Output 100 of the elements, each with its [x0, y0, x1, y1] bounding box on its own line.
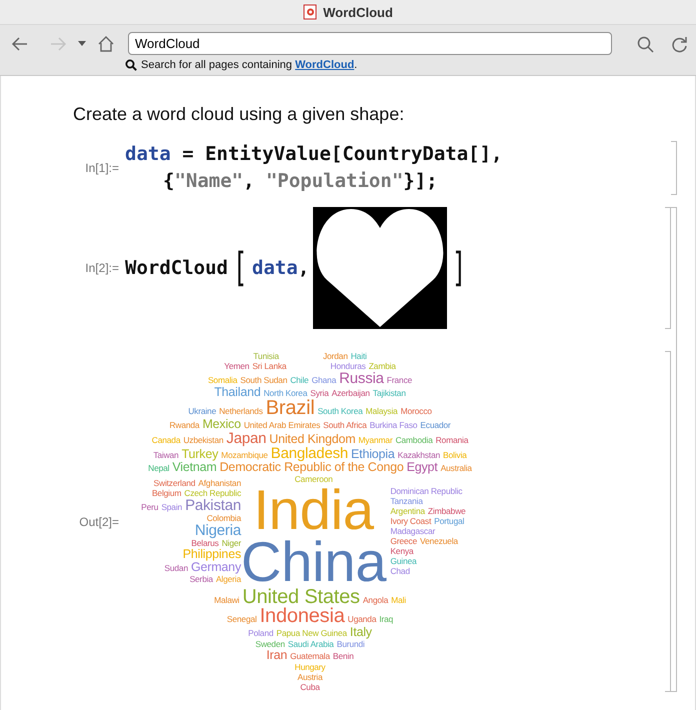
- word: Guatemala: [290, 651, 330, 661]
- word: Kenya: [390, 546, 414, 556]
- word: Syria: [310, 388, 329, 398]
- word: Uganda: [348, 614, 376, 624]
- word: Malawi: [214, 595, 240, 605]
- word: Philippines: [182, 548, 241, 561]
- word: China: [241, 536, 386, 588]
- word: Cameroon: [294, 474, 333, 484]
- word: Papua New Guinea: [276, 628, 347, 638]
- word: Austria: [297, 672, 323, 682]
- word: Tunisia: [253, 351, 279, 361]
- word: Portugal: [434, 516, 464, 526]
- word: Iran: [266, 649, 288, 662]
- word: Kazakhstan: [398, 450, 440, 460]
- word: South Korea: [318, 406, 363, 416]
- word: Angola: [362, 595, 388, 605]
- word: Romania: [436, 435, 468, 445]
- word: Tanzania: [390, 496, 423, 506]
- word: Ukraine: [188, 406, 216, 416]
- cell-bracket[interactable]: [665, 351, 671, 692]
- word: Mali: [391, 595, 406, 605]
- word: Germany: [190, 561, 241, 574]
- word: Burundi: [336, 639, 365, 649]
- word: Canada: [152, 435, 180, 445]
- word: Democratic Republic of the Congo: [220, 461, 404, 474]
- word: Chile: [290, 375, 309, 385]
- word: United Kingdom: [269, 433, 356, 446]
- cell-bracket[interactable]: [671, 141, 677, 195]
- word: United Arab Emirates: [244, 420, 320, 430]
- word: Cuba: [300, 682, 320, 692]
- word: Rwanda: [169, 420, 200, 430]
- address-field[interactable]: WordCloud: [128, 32, 612, 55]
- word: North Korea: [264, 388, 308, 398]
- word: Honduras: [330, 361, 366, 371]
- word: Pakistan: [185, 498, 241, 513]
- word: Somalia: [208, 375, 238, 385]
- word: Indonesia: [260, 607, 345, 626]
- word: Bolivia: [443, 450, 467, 460]
- word: Bangladesh: [270, 446, 348, 461]
- history-button[interactable]: [76, 39, 88, 48]
- word: Spain: [161, 502, 182, 512]
- word: Argentina: [390, 506, 425, 516]
- word: Colombia: [206, 513, 241, 523]
- code-bracket: [: [232, 244, 248, 293]
- word: Czech Republic: [184, 488, 241, 498]
- notebook-icon: [303, 4, 318, 20]
- word: Saudi Arabia: [288, 639, 334, 649]
- word: Belarus: [191, 538, 219, 548]
- search-link[interactable]: WordCloud: [295, 59, 354, 71]
- word: Switzerland: [154, 478, 196, 488]
- code-text: data = EntityValue[CountryData[],: [125, 142, 502, 167]
- word: Chad: [390, 566, 410, 576]
- word: Turkey: [182, 448, 218, 461]
- word: Cambodia: [395, 435, 433, 445]
- word: India: [253, 484, 374, 536]
- cell-bracket[interactable]: [671, 207, 677, 692]
- word: Morocco: [400, 406, 432, 416]
- word: Iraq: [379, 614, 394, 624]
- word: France: [386, 375, 412, 385]
- forward-icon: [48, 34, 68, 52]
- word: Ecuador: [420, 420, 451, 430]
- word: Thailand: [214, 386, 261, 399]
- cell-label: In[2]:=: [84, 261, 120, 275]
- word: Malaysia: [366, 406, 398, 416]
- word: Serbia: [190, 574, 213, 584]
- word: Italy: [350, 626, 372, 639]
- word: Sweden: [255, 639, 285, 649]
- search-icon: [636, 34, 654, 52]
- back-icon: [10, 34, 30, 52]
- word: Venezuela: [420, 536, 458, 546]
- code-text: {"Name", "Population"}];: [163, 169, 438, 194]
- word: South Africa: [323, 420, 367, 430]
- word: Brazil: [266, 399, 315, 418]
- word: Dominican Republic: [390, 486, 462, 496]
- word: South Sudan: [240, 375, 288, 385]
- word: Netherlands: [219, 406, 263, 416]
- reload-icon: [670, 34, 688, 52]
- word: Niger: [222, 538, 241, 548]
- word: Egypt: [406, 461, 438, 474]
- word: Haiti: [350, 351, 367, 361]
- window-title: WordCloud: [323, 4, 393, 20]
- word: Afghanistan: [198, 478, 241, 488]
- word: Zambia: [368, 361, 396, 371]
- word: Ghana: [312, 375, 336, 385]
- word: Tajikistan: [372, 388, 406, 398]
- word: Senegal: [226, 614, 257, 624]
- cell-label: Out[2]=: [78, 514, 120, 528]
- word: Yemen: [224, 361, 250, 371]
- word: Mexico: [202, 418, 241, 431]
- word: Zimbabwe: [428, 506, 466, 516]
- word: Australia: [440, 463, 472, 473]
- code-text: data,: [252, 256, 310, 280]
- word: United States: [242, 588, 360, 607]
- cell-bracket[interactable]: [665, 207, 671, 329]
- word: Ivory Coast: [390, 516, 432, 526]
- search-hint: Search for all pages containing WordCloud.: [141, 59, 358, 71]
- word: Japan: [226, 431, 266, 446]
- code-bracket: ]: [452, 244, 467, 293]
- word: Mozambique: [221, 450, 268, 460]
- word: Benin: [332, 651, 354, 661]
